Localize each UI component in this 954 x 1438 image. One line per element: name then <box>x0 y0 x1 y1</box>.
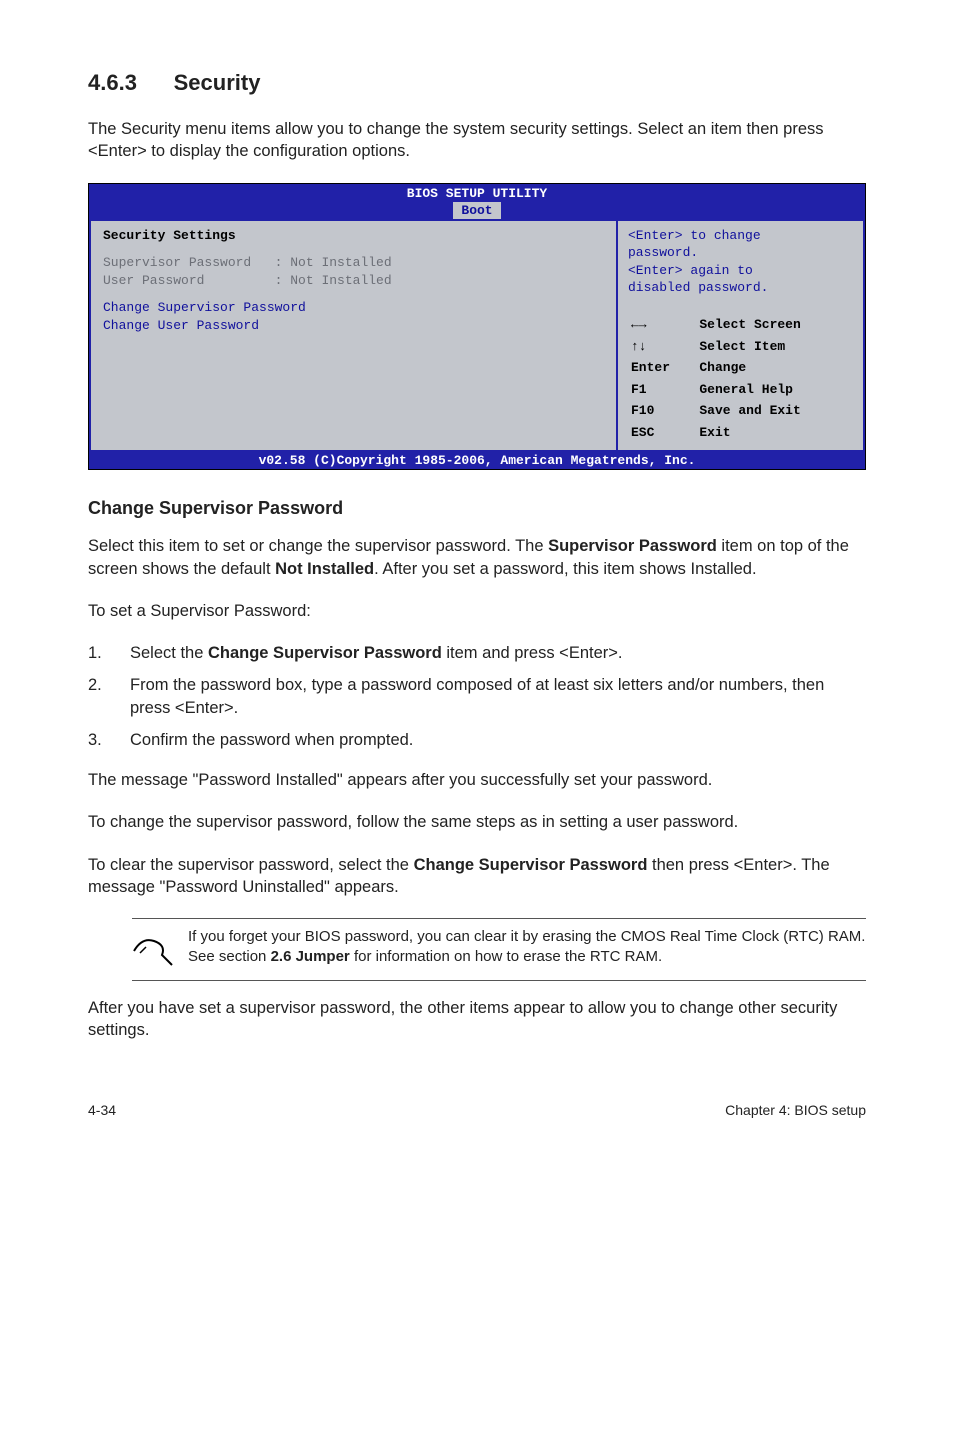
bios-row: Supervisor Password : Not Installed <box>103 254 604 272</box>
step-text: Select the Change Supervisor Password it… <box>130 642 622 664</box>
key-symbol: Enter <box>630 358 696 378</box>
key-desc: Exit <box>698 423 851 443</box>
text-bold: Change Supervisor Password <box>208 644 442 662</box>
text: for information on how to erase the RTC … <box>350 948 662 965</box>
list-item: 1. Select the Change Supervisor Password… <box>88 642 866 664</box>
text-bold: Not Installed <box>275 560 374 578</box>
text: To clear the supervisor password, select… <box>88 856 414 874</box>
key-desc: Save and Exit <box>698 401 851 421</box>
bios-header: BIOS SETUP UTILITY Boot <box>89 184 865 219</box>
bios-right-panel: <Enter> to change password. <Enter> agai… <box>617 219 865 453</box>
bios-action: Change User Password <box>103 317 604 335</box>
bios-row-value: : Not Installed <box>275 273 392 288</box>
chapter-label: Chapter 4: BIOS setup <box>725 1102 866 1118</box>
step-text: Confirm the password when prompted. <box>130 729 413 751</box>
key-symbol: ←→ <box>630 315 696 335</box>
paragraph: To change the supervisor password, follo… <box>88 811 866 833</box>
text: . After you set a password, this item sh… <box>374 560 756 578</box>
bios-help-line: password. <box>628 244 853 262</box>
page-number: 4-34 <box>88 1102 116 1118</box>
text-bold: 2.6 Jumper <box>271 948 350 965</box>
paragraph: Select this item to set or change the su… <box>88 535 866 580</box>
bios-help-line: disabled password. <box>628 279 853 297</box>
bios-screenshot: BIOS SETUP UTILITY Boot Security Setting… <box>88 183 866 471</box>
key-symbol: ↑↓ <box>630 337 696 357</box>
text-bold: Supervisor Password <box>548 537 717 555</box>
text: Select this item to set or change the su… <box>88 537 548 555</box>
paragraph: To set a Supervisor Password: <box>88 600 866 622</box>
text: item and press <Enter>. <box>442 644 623 662</box>
step-number: 1. <box>88 642 130 664</box>
page-footer: 4-34 Chapter 4: BIOS setup <box>88 1102 866 1118</box>
bios-help-line: <Enter> again to <box>628 262 853 280</box>
key-desc: General Help <box>698 380 851 400</box>
list-item: 2. From the password box, type a passwor… <box>88 674 866 719</box>
key-desc: Select Screen <box>698 315 851 335</box>
key-symbol: F10 <box>630 401 696 421</box>
bios-row-label: User Password <box>103 273 204 288</box>
bios-left-panel: Security Settings Supervisor Password : … <box>89 219 617 453</box>
key-symbol: F1 <box>630 380 696 400</box>
bios-help-line: <Enter> to change <box>628 227 853 245</box>
bios-row-label: Supervisor Password <box>103 255 251 270</box>
step-number: 3. <box>88 729 130 751</box>
list-item: 3. Confirm the password when prompted. <box>88 729 866 751</box>
step-number: 2. <box>88 674 130 719</box>
bios-help-text: <Enter> to change password. <Enter> agai… <box>628 227 853 297</box>
bios-row-value: : Not Installed <box>275 255 392 270</box>
bios-header-title: BIOS SETUP UTILITY <box>89 186 865 201</box>
note-icon <box>132 927 188 972</box>
note-text: If you forget your BIOS password, you ca… <box>188 927 866 966</box>
key-desc: Change <box>698 358 851 378</box>
paragraph: After you have set a supervisor password… <box>88 997 866 1042</box>
bios-row: User Password : Not Installed <box>103 272 604 290</box>
bios-footer: v02.58 (C)Copyright 1985-2006, American … <box>89 452 865 469</box>
paragraph: The message "Password Installed" appears… <box>88 769 866 791</box>
intro-paragraph: The Security menu items allow you to cha… <box>88 118 866 163</box>
note-box: If you forget your BIOS password, you ca… <box>132 918 866 981</box>
text: Select the <box>130 644 208 662</box>
text-bold: Change Supervisor Password <box>414 856 648 874</box>
subheading: Change Supervisor Password <box>88 498 866 519</box>
bios-key-legend: ←→Select Screen ↑↓Select Item EnterChang… <box>628 313 853 444</box>
paragraph: To clear the supervisor password, select… <box>88 854 866 899</box>
section-title: Security <box>174 70 261 95</box>
step-text: From the password box, type a password c… <box>130 674 866 719</box>
key-symbol: ESC <box>630 423 696 443</box>
bios-panel-title: Security Settings <box>103 227 604 245</box>
section-heading: 4.6.3 Security <box>88 70 866 96</box>
bios-tab-boot: Boot <box>452 201 501 219</box>
key-desc: Select Item <box>698 337 851 357</box>
steps-list: 1. Select the Change Supervisor Password… <box>88 642 866 751</box>
section-number: 4.6.3 <box>88 70 137 95</box>
bios-action: Change Supervisor Password <box>103 299 604 317</box>
